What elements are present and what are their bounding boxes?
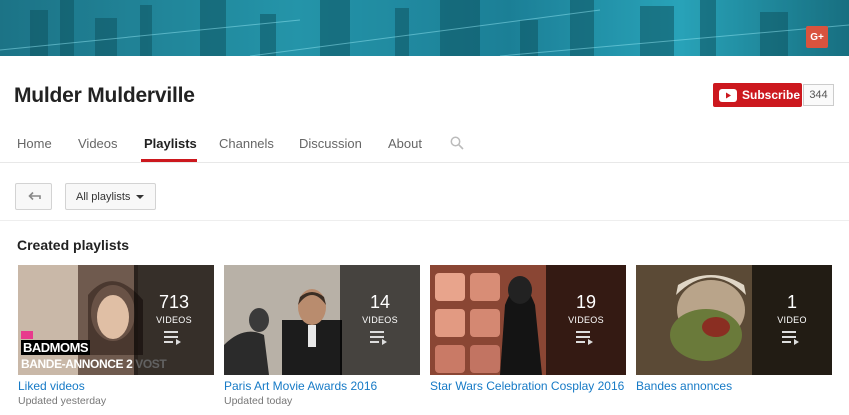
- playlist-thumbnail[interactable]: 19 VIDEOS: [430, 265, 626, 375]
- playlist-card[interactable]: BADMOMS BANDE-ANNONCE 2 VOST 713 VIDEOS …: [18, 265, 214, 407]
- video-count-label: VIDEOS: [362, 315, 398, 325]
- playlist-thumbnail[interactable]: BADMOMS BANDE-ANNONCE 2 VOST 713 VIDEOS: [18, 265, 214, 375]
- playlist-count-overlay: 1 VIDEO: [752, 265, 832, 375]
- caret-down-icon: [136, 194, 145, 199]
- playlist-thumbnail[interactable]: 14 VIDEOS: [224, 265, 420, 375]
- section-divider: [0, 220, 849, 221]
- playlist-title[interactable]: Liked videos: [18, 379, 214, 394]
- playlist-filter-dropdown[interactable]: All playlists: [65, 183, 156, 210]
- back-arrow-icon: [27, 188, 41, 206]
- search-icon[interactable]: [450, 136, 464, 150]
- subscribe-button[interactable]: Subscribe: [713, 83, 802, 107]
- tab-discussion[interactable]: Discussion: [299, 136, 362, 151]
- banner-image: [0, 0, 849, 56]
- active-tab-indicator: [141, 159, 197, 162]
- playlist-count-overlay: 713 VIDEOS: [134, 265, 214, 375]
- video-count: 713: [158, 292, 190, 312]
- dropdown-selected-label: All playlists: [76, 190, 131, 203]
- channel-banner: G+: [0, 0, 849, 56]
- back-button[interactable]: [15, 183, 52, 210]
- playlist-title[interactable]: Paris Art Movie Awards 2016: [224, 379, 420, 394]
- playlist-icon: [782, 331, 802, 345]
- video-count-label: VIDEO: [777, 315, 807, 325]
- playlist-icon: [370, 331, 390, 345]
- playlist-updated: Updated yesterday: [18, 395, 107, 407]
- playlist-title[interactable]: Star Wars Celebration Cosplay 2016: [430, 379, 626, 394]
- subscriber-count: 344: [803, 84, 834, 106]
- channel-title: Mulder Mulderville: [14, 84, 195, 107]
- youtube-play-icon: [719, 88, 737, 102]
- thumbnail-text: BADMOMS: [21, 340, 91, 355]
- playlist-thumbnail[interactable]: 1 VIDEO: [636, 265, 832, 375]
- playlist-card[interactable]: 14 VIDEOS Paris Art Movie Awards 2016 Up…: [224, 265, 420, 407]
- tab-videos[interactable]: Videos: [78, 136, 118, 151]
- thumbnail-badge: [21, 331, 33, 339]
- playlist-count-overlay: 14 VIDEOS: [340, 265, 420, 375]
- playlist-icon: [164, 331, 184, 345]
- tab-channels[interactable]: Channels: [219, 136, 274, 151]
- tab-home[interactable]: Home: [17, 136, 52, 151]
- playlist-title[interactable]: Bandes annonces: [636, 379, 832, 394]
- channel-tabs: Home Videos Playlists Channels Discussio…: [0, 130, 849, 163]
- subscribe-label: Subscribe: [742, 88, 801, 102]
- tab-about[interactable]: About: [388, 136, 422, 151]
- section-title: Created playlists: [17, 237, 130, 253]
- video-count: 1: [786, 292, 797, 312]
- playlist-card[interactable]: 1 VIDEO Bandes annonces: [636, 265, 832, 395]
- playlist-count-overlay: 19 VIDEOS: [546, 265, 626, 375]
- video-count: 14: [369, 292, 391, 312]
- video-count-label: VIDEOS: [156, 315, 192, 325]
- google-plus-icon[interactable]: G+: [806, 26, 828, 48]
- video-count: 19: [575, 292, 597, 312]
- playlist-icon: [576, 331, 596, 345]
- video-count-label: VIDEOS: [568, 315, 604, 325]
- tab-playlists[interactable]: Playlists: [144, 136, 197, 151]
- playlist-updated: Updated today: [224, 395, 293, 407]
- playlist-card[interactable]: 19 VIDEOS Star Wars Celebration Cosplay …: [430, 265, 626, 395]
